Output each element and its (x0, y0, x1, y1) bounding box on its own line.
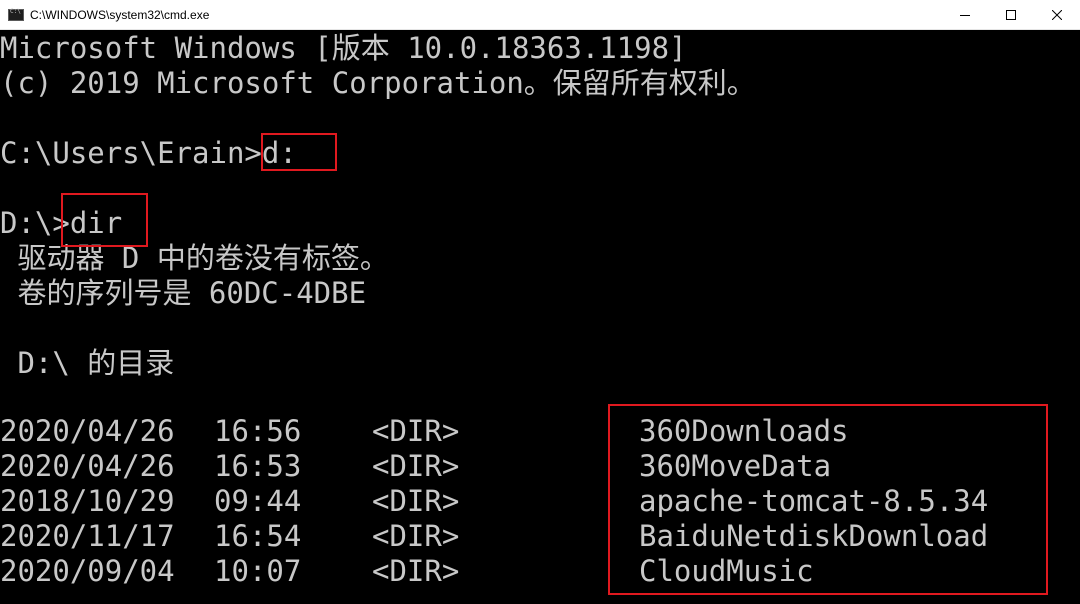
console-output[interactable]: Microsoft Windows [版本 10.0.18363.1198] (… (0, 30, 1080, 604)
entry-type: <DIR> (372, 519, 460, 553)
entry-time: 16:54 (214, 519, 302, 553)
minimize-icon (960, 14, 970, 16)
entry-type: <DIR> (372, 449, 460, 483)
console-line: 卷的序列号是 60DC-4DBE (0, 276, 367, 310)
title-bar[interactable]: C:\WINDOWS\system32\cmd.exe (0, 0, 1080, 30)
entry-date: 2018/10/29 (0, 484, 175, 518)
entry-date: 2020/04/26 (0, 414, 175, 448)
entry-time: 09:44 (214, 484, 302, 518)
highlight-box-dir-command (61, 193, 148, 247)
close-button[interactable] (1034, 0, 1080, 29)
entry-date: 2020/11/17 (0, 519, 175, 553)
highlight-box-directory-names (608, 404, 1048, 595)
console-icon (8, 8, 24, 21)
maximize-button[interactable] (988, 0, 1034, 29)
maximize-icon (1006, 9, 1016, 20)
entry-type: <DIR> (372, 414, 460, 448)
entry-type: <DIR> (372, 484, 460, 518)
console-line: Microsoft Windows [版本 10.0.18363.1198] (0, 31, 687, 65)
window-title: C:\WINDOWS\system32\cmd.exe (30, 7, 210, 22)
console-line: D:\ 的目录 (0, 346, 175, 380)
entry-date: 2020/04/26 (0, 449, 175, 483)
console-line: (c) 2019 Microsoft Corporation。保留所有权利。 (0, 66, 756, 100)
cmd-window: C:\WINDOWS\system32\cmd.exe Microsoft Wi… (0, 0, 1080, 604)
console-line: 驱动器 D 中的卷没有标签。 (0, 241, 389, 275)
minimize-button[interactable] (942, 0, 988, 29)
highlight-box-drive-command (261, 133, 337, 171)
entry-date: 2020/09/04 (0, 554, 175, 588)
console-line: C:\Users\Erain>d: (0, 136, 297, 170)
entry-time: 16:56 (214, 414, 302, 448)
close-icon (1052, 9, 1062, 20)
entry-time: 16:53 (214, 449, 302, 483)
entry-time: 10:07 (214, 554, 302, 588)
entry-type: <DIR> (372, 554, 460, 588)
